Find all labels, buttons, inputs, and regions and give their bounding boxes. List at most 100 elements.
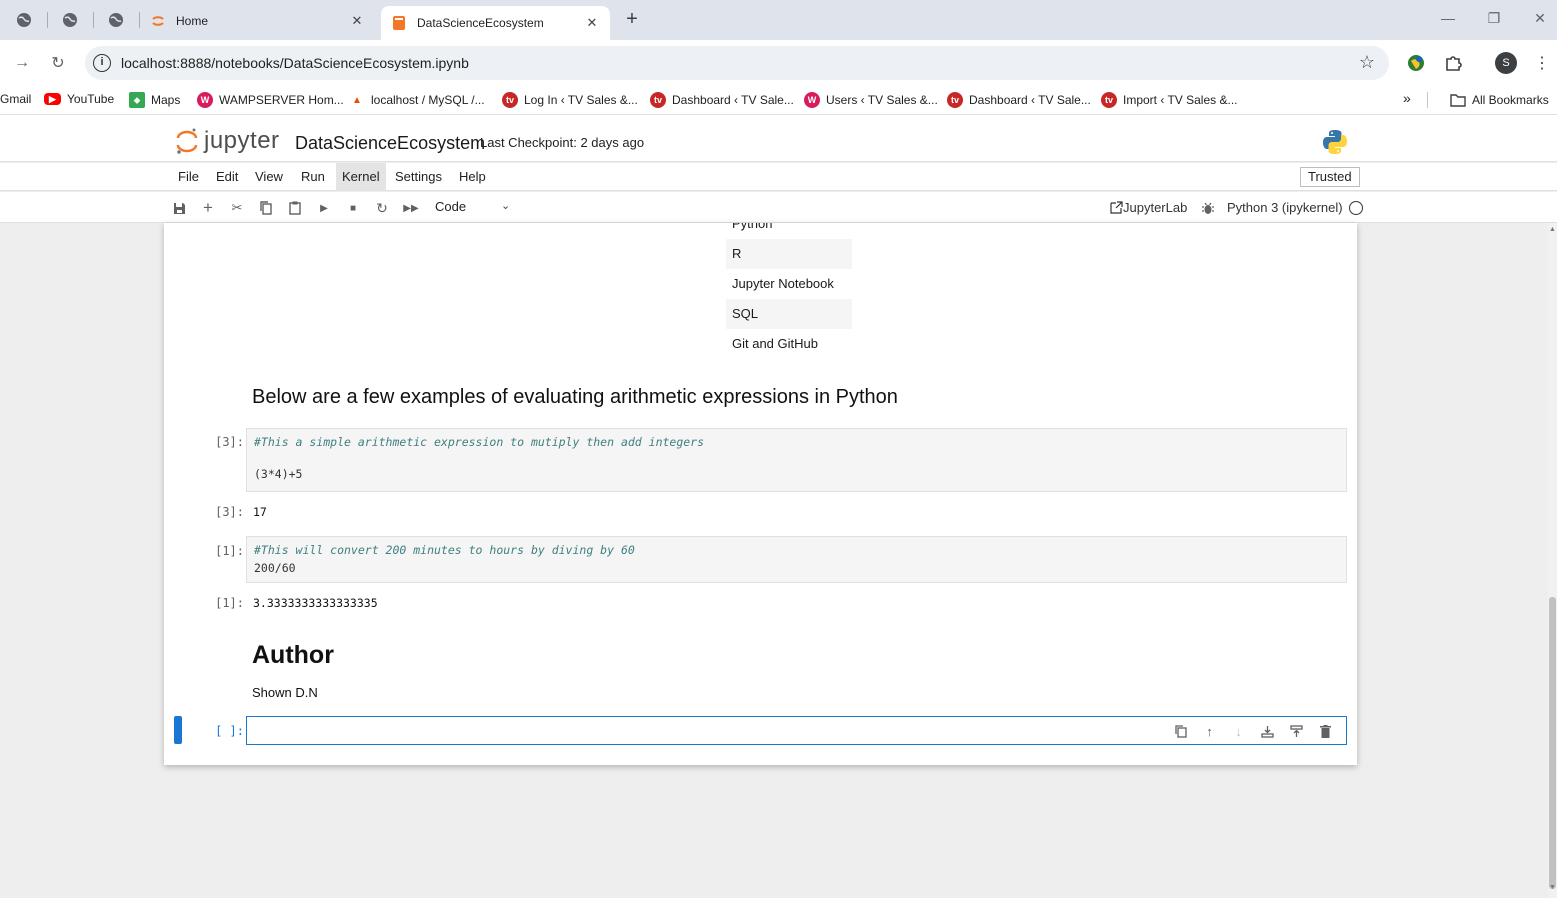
browser-menu-icon[interactable]: ⋮: [1531, 52, 1553, 74]
site-icon: tv: [947, 92, 963, 108]
jupyter-logo-icon: [176, 128, 198, 154]
python-logo-icon: [1322, 129, 1348, 158]
url-text[interactable]: localhost:8888/notebooks/DataScienceEcos…: [121, 55, 469, 71]
cell-output: 3.3333333333333335: [253, 596, 378, 610]
bookmark-maps[interactable]: ⬥ Maps: [129, 92, 180, 108]
extensions-puzzle-icon[interactable]: [1442, 52, 1464, 74]
paste-icon[interactable]: [286, 199, 304, 217]
close-icon[interactable]: ✕: [584, 15, 600, 31]
minimize-icon[interactable]: —: [1438, 10, 1458, 26]
save-icon[interactable]: [170, 199, 188, 217]
new-tab-button[interactable]: +: [620, 8, 644, 32]
bookmark-label: All Bookmarks: [1472, 93, 1549, 107]
code-cell-arithmetic[interactable]: #This a simple arithmetic expression to …: [246, 428, 1347, 492]
trusted-indicator[interactable]: Trusted: [1300, 167, 1360, 187]
copy-icon[interactable]: [257, 199, 275, 217]
window-close-icon[interactable]: ✕: [1530, 10, 1550, 27]
browser-tabstrip: Home ✕ DataScienceEcosystem ✕ + — ❐ ✕: [0, 0, 1557, 40]
site-info-icon[interactable]: i: [93, 54, 111, 72]
notebook-title[interactable]: DataScienceEcosystem: [295, 133, 485, 154]
restart-icon[interactable]: ↻: [373, 199, 391, 217]
kernel-name[interactable]: Python 3 (ipykernel): [1227, 200, 1343, 215]
insert-below-icon[interactable]: [1253, 722, 1282, 740]
fast-forward-icon[interactable]: ▶▶: [402, 199, 420, 217]
kernel-status-idle-icon: [1349, 201, 1363, 215]
cut-icon[interactable]: ✂: [228, 199, 246, 217]
tab-datascienceecosystem[interactable]: DataScienceEcosystem ✕: [381, 6, 610, 40]
empty-code-cell[interactable]: ↑ ↓: [246, 716, 1347, 745]
jupyter-logo[interactable]: jupyter: [176, 127, 280, 155]
wampserver-icon: W: [197, 92, 213, 108]
bookmark-login-tv-sales[interactable]: tv Log In ‹ TV Sales &...: [502, 92, 638, 108]
code-cell-conversion[interactable]: #This will convert 200 minutes to hours …: [246, 536, 1347, 583]
bookmark-import-tv-sales[interactable]: tv Import ‹ TV Sales &...: [1101, 92, 1237, 108]
bookmark-star-icon[interactable]: ☆: [1359, 52, 1375, 73]
bookmark-label: localhost / MySQL /...: [371, 93, 485, 107]
run-icon[interactable]: ▶: [315, 199, 333, 217]
globe-icon[interactable]: [55, 8, 85, 32]
language-item: Git and GitHub: [732, 336, 818, 351]
browser-toolbar: → ↻ i localhost:8888/notebooks/DataScien…: [0, 40, 1557, 86]
language-item: Jupyter Notebook: [732, 276, 834, 291]
move-down-icon[interactable]: ↓: [1224, 722, 1253, 740]
cell-type-select[interactable]: Code ⌄: [435, 199, 515, 214]
globe-icon[interactable]: [9, 8, 39, 32]
bookmark-label: YouTube: [67, 92, 115, 106]
maps-icon: ⬥: [129, 92, 145, 108]
menu-run[interactable]: Run: [295, 163, 331, 191]
move-up-icon[interactable]: ↑: [1195, 722, 1224, 740]
duplicate-cell-icon[interactable]: [1166, 722, 1195, 740]
address-bar[interactable]: i localhost:8888/notebooks/DataScienceEc…: [85, 46, 1389, 80]
more-bookmarks-icon[interactable]: »: [1403, 90, 1411, 106]
debugger-bug-icon[interactable]: [1199, 199, 1217, 217]
add-cell-icon[interactable]: +: [199, 198, 217, 217]
bookmark-gmail[interactable]: Gmail: [0, 92, 31, 106]
last-checkpoint: Last Checkpoint: 2 days ago: [480, 135, 645, 150]
code-line: 200/60: [254, 561, 296, 575]
delete-cell-icon[interactable]: [1311, 722, 1340, 740]
scrollbar-thumb[interactable]: [1549, 597, 1556, 889]
scroll-down-icon[interactable]: ▼: [1549, 884, 1556, 891]
phpmyadmin-icon: ▲: [352, 94, 362, 106]
tab-separator: [93, 12, 94, 28]
output-prompt: [1]:: [215, 596, 244, 610]
wampserver-icon: W: [804, 92, 820, 108]
extension-globe-icon[interactable]: [1405, 52, 1427, 74]
examples-heading: Below are a few examples of evaluating a…: [252, 386, 898, 408]
output-prompt: [3]:: [215, 505, 244, 519]
all-bookmarks-button[interactable]: All Bookmarks: [1450, 92, 1549, 108]
profile-avatar[interactable]: S: [1495, 52, 1517, 74]
close-icon[interactable]: ✕: [349, 13, 365, 29]
menu-settings[interactable]: Settings: [389, 163, 448, 191]
bookmark-dashboard-tv-sales[interactable]: tv Dashboard ‹ TV Sale...: [650, 92, 794, 108]
reload-icon[interactable]: ↻: [46, 51, 70, 75]
language-item: Python: [732, 223, 773, 231]
menu-help[interactable]: Help: [453, 163, 492, 191]
tab-home[interactable]: Home ✕: [140, 6, 375, 36]
forward-icon[interactable]: →: [10, 51, 34, 75]
jupyterlab-link[interactable]: JupyterLab: [1110, 200, 1187, 215]
menu-file[interactable]: File: [172, 163, 205, 191]
globe-icon[interactable]: [101, 8, 131, 32]
bookmark-youtube[interactable]: ▶ YouTube: [44, 92, 114, 106]
menu-kernel[interactable]: Kernel: [336, 163, 386, 191]
bookmark-users-tv-sales[interactable]: W Users ‹ TV Sales &...: [804, 92, 938, 108]
notebook-toolbar: + ✂ ▶ ■ ↻ ▶▶ Code ⌄ JupyterLab Python 3 …: [0, 192, 1557, 223]
bookmark-label: WAMPSERVER Hom...: [219, 93, 344, 107]
bookmark-dashboard-tv-sales-2[interactable]: tv Dashboard ‹ TV Sale...: [947, 92, 1091, 108]
insert-above-icon[interactable]: [1282, 722, 1311, 740]
restore-icon[interactable]: ❐: [1484, 10, 1504, 27]
bookmark-label: Users ‹ TV Sales &...: [826, 93, 938, 107]
page-scrollbar[interactable]: ▲ ▼: [1548, 223, 1557, 898]
scroll-up-icon[interactable]: ▲: [1549, 226, 1556, 233]
notebook-panel: Python R Jupyter Notebook SQL Git and Gi…: [164, 223, 1357, 765]
stop-icon[interactable]: ■: [344, 199, 362, 217]
menu-view[interactable]: View: [249, 163, 289, 191]
bookmark-phpmyadmin[interactable]: ▲ localhost / MySQL /...: [349, 92, 485, 108]
author-heading: Author: [252, 641, 334, 669]
code-line: (3*4)+5: [254, 467, 303, 481]
bookmarks-separator: [1427, 92, 1428, 108]
menu-edit[interactable]: Edit: [210, 163, 244, 191]
jupyter-header: jupyter DataScienceEcosystem Last Checkp…: [0, 114, 1557, 162]
bookmark-wampserver[interactable]: W WAMPSERVER Hom...: [197, 92, 344, 108]
